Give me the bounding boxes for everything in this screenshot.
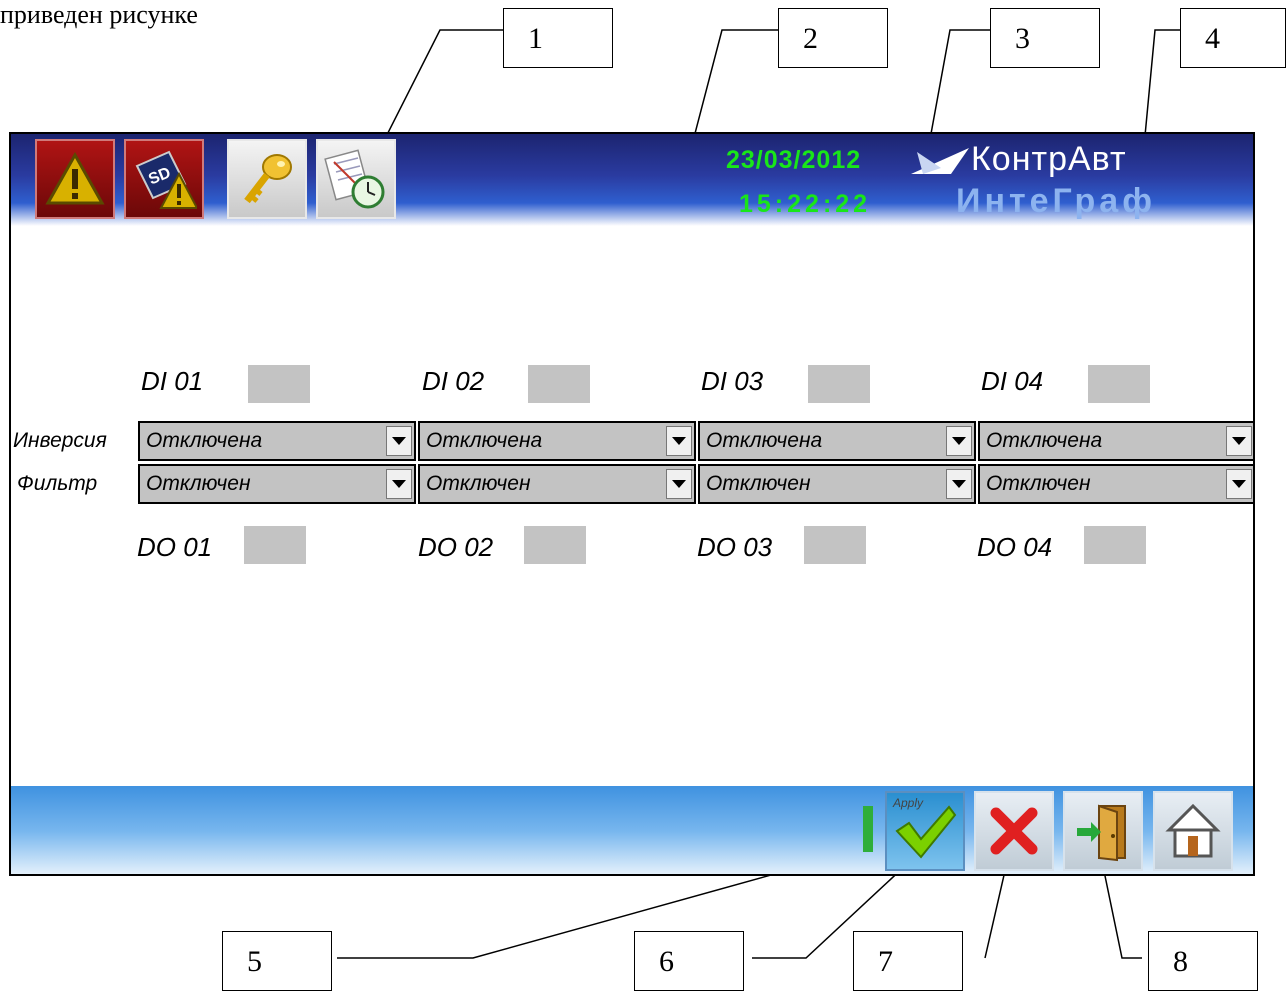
callout-6: 6 [634, 931, 744, 991]
di-label-4: DI 04 [981, 366, 1044, 396]
chevron-down-icon[interactable] [946, 426, 972, 456]
inversion-select-3[interactable]: Отключена [698, 421, 976, 461]
filter-select-4[interactable]: Отключен [978, 464, 1253, 504]
callout-2: 2 [778, 8, 888, 68]
chevron-down-icon[interactable] [666, 426, 692, 456]
filter-select-value: Отключен [706, 472, 811, 495]
do-label-4: DO 04 [977, 532, 1053, 562]
callout-8: 8 [1148, 931, 1258, 991]
filter-select-3[interactable]: Отключен [698, 464, 976, 504]
chevron-down-icon[interactable] [386, 426, 412, 456]
sd-card-warning-icon: SD [135, 150, 197, 209]
di-label-1: DI 01 [141, 366, 204, 396]
callout-7: 7 [853, 931, 963, 991]
do-indicator-3 [804, 526, 866, 564]
sd-card-warning-button[interactable]: SD [124, 139, 204, 219]
close-icon [990, 807, 1038, 855]
brand-product: ИнтеГраф [956, 182, 1156, 220]
di-label-2: DI 02 [422, 366, 485, 396]
inversion-select-value: Отключена [146, 429, 263, 452]
di-label-3: DI 03 [701, 366, 764, 396]
do-indicator-4 [1084, 526, 1146, 564]
key-icon [244, 154, 292, 204]
exit-door-icon [1077, 804, 1126, 862]
time-display: 15:22:22 [739, 190, 872, 218]
brand-name: КонтрАвт [971, 140, 1127, 178]
page-header-text: приведен рисунке [0, 0, 198, 29]
home-icon [1165, 803, 1221, 858]
di-indicator-4 [1088, 365, 1150, 403]
status-indicator [863, 806, 873, 852]
do-indicator-1 [244, 526, 306, 564]
filter-select-2[interactable]: Отключен [418, 464, 696, 504]
callout-4: 4 [1180, 8, 1286, 68]
log-clock-icon [324, 149, 385, 209]
top-bar: SD 23/03/2012 15:22:22 КонтрАвт ИнтеГраф [11, 134, 1253, 226]
filter-select-value: Отключен [986, 472, 1091, 495]
callout-1: 1 [503, 8, 613, 68]
inversion-select-value: Отключена [986, 429, 1103, 452]
do-indicator-2 [524, 526, 586, 564]
do-label-3: DO 03 [697, 532, 773, 562]
callout-5: 5 [222, 931, 332, 991]
filter-select-1[interactable]: Отключен [138, 464, 416, 504]
event-log-button[interactable] [316, 139, 396, 219]
filter-select-value: Отключен [426, 472, 531, 495]
alarm-button[interactable] [35, 139, 115, 219]
exit-button[interactable] [1063, 791, 1143, 871]
callout-3: 3 [990, 8, 1100, 68]
inversion-select-2[interactable]: Отключена [418, 421, 696, 461]
do-label-2: DO 02 [418, 532, 494, 562]
di-indicator-2 [528, 365, 590, 403]
home-button[interactable] [1153, 791, 1233, 871]
bottom-bar: Apply [11, 786, 1253, 874]
di-indicator-1 [248, 365, 310, 403]
date-display: 23/03/2012 [726, 146, 862, 174]
inversion-select-1[interactable]: Отключена [138, 421, 416, 461]
do-label-1: DO 01 [137, 532, 213, 562]
chevron-down-icon[interactable] [1226, 469, 1252, 499]
di-indicator-3 [808, 365, 870, 403]
chevron-down-icon[interactable] [386, 469, 412, 499]
chevron-down-icon[interactable] [666, 469, 692, 499]
chevron-down-icon[interactable] [1226, 426, 1252, 456]
filter-row-label: Фильтр [17, 472, 98, 495]
filter-select-value: Отключен [146, 472, 251, 495]
hmi-screen: SD 23/03/2012 15:22:22 КонтрАвт ИнтеГраф… [9, 132, 1255, 876]
key-button[interactable] [227, 139, 307, 219]
checkmark-icon [895, 805, 957, 859]
inversion-select-value: Отключена [706, 429, 823, 452]
inversion-select-4[interactable]: Отключена [978, 421, 1253, 461]
apply-button[interactable]: Apply [885, 791, 965, 871]
alarm-icon [45, 151, 105, 205]
kontravt-logo-icon [911, 148, 969, 174]
cancel-button[interactable] [974, 791, 1054, 871]
inversion-row-label: Инверсия [13, 429, 107, 452]
inversion-select-value: Отключена [426, 429, 543, 452]
chevron-down-icon[interactable] [946, 469, 972, 499]
apply-label: Apply [893, 796, 924, 810]
